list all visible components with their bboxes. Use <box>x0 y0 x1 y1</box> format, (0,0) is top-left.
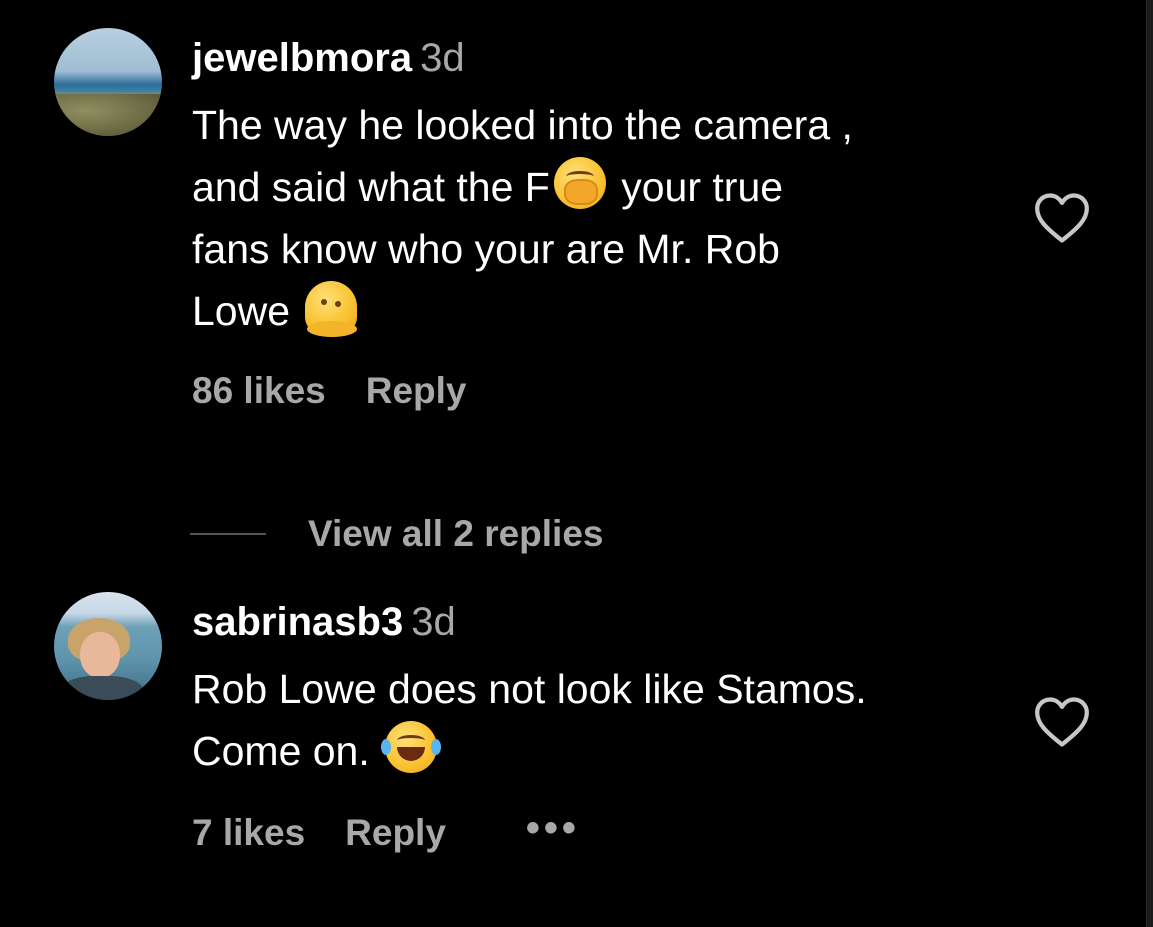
comment-header: jewelbmora 3d <box>192 36 465 81</box>
likes-count[interactable]: 86 likes <box>192 370 326 411</box>
tear-icon <box>431 739 442 755</box>
comment-actions: 7 likes Reply ••• <box>192 806 620 855</box>
comment-line: The way he looked into the camera , <box>192 102 853 148</box>
tear-icon <box>381 739 392 755</box>
username[interactable]: sabrinasb3 <box>192 600 403 644</box>
heart-outline-icon[interactable] <box>1032 192 1092 244</box>
heart-outline-icon[interactable] <box>1032 696 1092 748</box>
view-replies-button[interactable]: View all 2 replies <box>190 506 604 562</box>
more-options-icon[interactable]: ••• <box>526 806 580 850</box>
comment-line: fans know who your are Mr. Rob <box>192 226 780 272</box>
comment-text: The way he looked into the camera , and … <box>192 94 1012 342</box>
comment-line: your true <box>621 164 784 210</box>
username[interactable]: jewelbmora <box>192 36 412 80</box>
avatar-face <box>80 632 120 678</box>
scrollbar[interactable] <box>1146 0 1153 927</box>
comment-time: 3d <box>420 36 465 80</box>
likes-count[interactable]: 7 likes <box>192 812 305 853</box>
avatar[interactable] <box>54 592 162 700</box>
avatar[interactable] <box>54 28 162 136</box>
avatar-shoulder <box>60 676 144 700</box>
melting-face-emoji-icon <box>305 281 358 337</box>
comment-time: 3d <box>411 600 456 644</box>
comment-line: Rob Lowe does not look like Stamos. <box>192 666 867 712</box>
face-with-hand-over-mouth-emoji-icon <box>553 157 606 209</box>
comment-header: sabrinasb3 3d <box>192 600 456 645</box>
view-replies-label: View all 2 replies <box>308 513 604 554</box>
comment-actions: 86 likes Reply <box>192 370 507 412</box>
comment-line: Come on. <box>192 728 370 774</box>
avatar-landscape <box>54 94 162 136</box>
reply-button[interactable]: Reply <box>345 812 446 853</box>
reply-button[interactable]: Reply <box>366 370 467 411</box>
comment-text: Rob Lowe does not look like Stamos. Come… <box>192 658 1012 782</box>
divider <box>190 533 266 535</box>
comment-line: Lowe <box>192 288 291 334</box>
face-with-tears-of-joy-emoji-icon <box>381 721 442 773</box>
comment-line: and said what the F <box>192 164 550 210</box>
